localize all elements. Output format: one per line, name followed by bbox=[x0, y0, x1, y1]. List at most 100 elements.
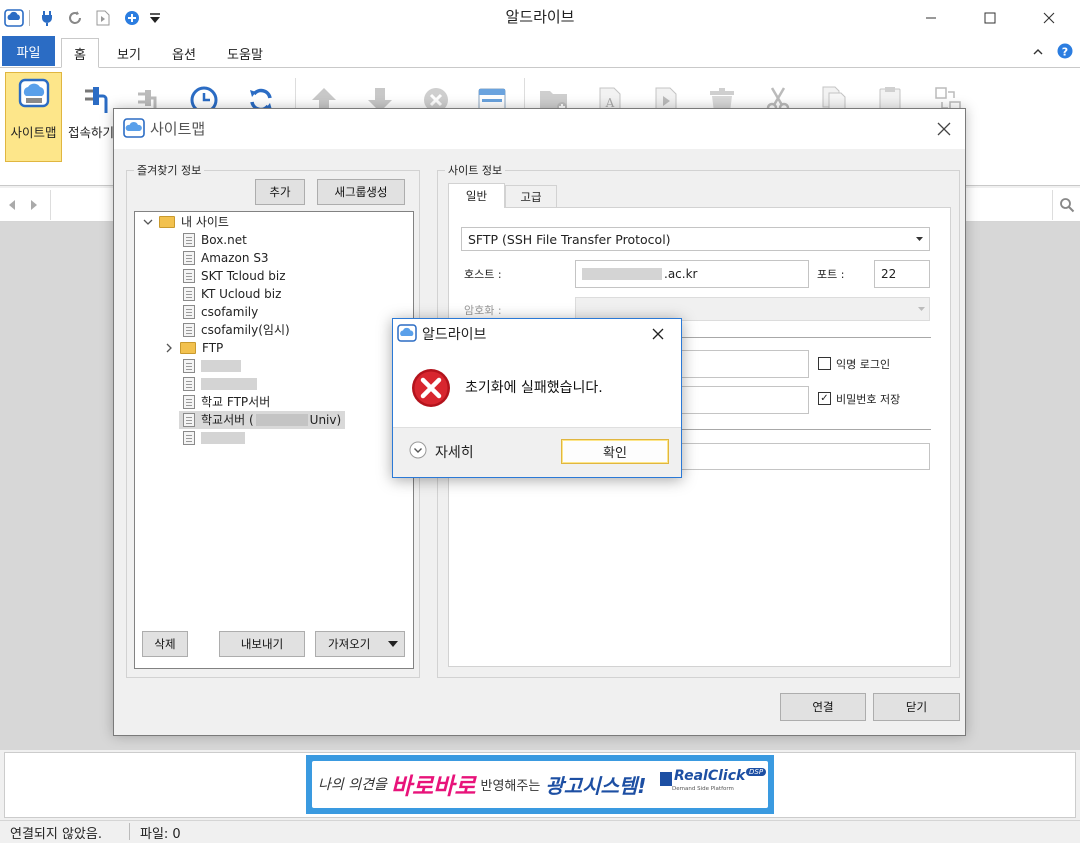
svg-text:?: ? bbox=[1062, 46, 1068, 59]
document-icon[interactable] bbox=[93, 8, 113, 28]
ad-brand-badge: DSP bbox=[746, 768, 767, 776]
tab-advanced[interactable]: 고급 bbox=[505, 185, 557, 207]
host-label: 호스트 : bbox=[464, 268, 502, 281]
back-arrow-icon[interactable] bbox=[8, 198, 20, 212]
protocol-dropdown-icon[interactable] bbox=[916, 237, 924, 243]
error-dialog: 알드라이브 초기화에 실패했습니다. 자세히 확인 bbox=[392, 318, 682, 478]
collapse-ribbon-icon[interactable] bbox=[1030, 44, 1046, 60]
sitemap-close-icon[interactable] bbox=[934, 119, 954, 139]
help-icon[interactable]: ? bbox=[1057, 43, 1073, 59]
ad-text-highlight: 바로바로 bbox=[390, 774, 476, 800]
delete-button[interactable]: 삭제 bbox=[142, 631, 188, 657]
tree-site-item-selected[interactable]: 학교서버 ( Univ) bbox=[179, 411, 346, 429]
connect-button[interactable]: 연결 bbox=[780, 693, 866, 721]
connect-plug-icon[interactable] bbox=[64, 72, 120, 128]
sitemap-cloud-icon bbox=[123, 118, 145, 140]
redacted-label bbox=[201, 378, 257, 390]
sitemap-button-label: 사이트맵 bbox=[10, 125, 57, 140]
redacted-label bbox=[255, 414, 308, 426]
ribbon-group-divider bbox=[524, 78, 525, 108]
tab-file[interactable]: 파일 bbox=[2, 36, 55, 66]
error-dialog-close-icon[interactable] bbox=[649, 325, 667, 343]
close-window-button[interactable] bbox=[1026, 0, 1072, 36]
port-input[interactable]: 22 bbox=[874, 260, 930, 288]
minimize-button[interactable] bbox=[908, 0, 954, 36]
details-expand-icon[interactable] bbox=[409, 441, 427, 459]
import-dropdown-icon[interactable] bbox=[388, 641, 398, 649]
site-label-suffix: Univ) bbox=[309, 413, 342, 427]
site-label: KT Ucloud biz bbox=[201, 287, 282, 301]
host-input[interactable]: .ac.kr bbox=[575, 260, 809, 288]
error-x-icon bbox=[411, 368, 451, 408]
save-password-checkbox[interactable]: ✓ bbox=[818, 392, 831, 405]
error-dialog-footer: 자세히 확인 bbox=[393, 427, 681, 477]
encryption-dropdown-icon bbox=[918, 307, 926, 313]
add-button[interactable]: 추가 bbox=[255, 179, 305, 205]
tab-home[interactable]: 홈 bbox=[61, 38, 99, 68]
search-icon[interactable] bbox=[1052, 190, 1080, 220]
import-button-label: 가져오기 bbox=[328, 637, 371, 651]
ribbon-tab-row bbox=[0, 36, 1080, 68]
error-dialog-title: 알드라이브 bbox=[422, 327, 487, 343]
tab-general[interactable]: 일반 bbox=[448, 183, 505, 208]
ok-button[interactable]: 확인 bbox=[561, 439, 669, 464]
realclick-ad-banner[interactable]: 나의 의견을 바로바로 반영해주는 광고시스템! RealClick DSP D… bbox=[306, 755, 774, 814]
protocol-select[interactable]: SFTP (SSH File Transfer Protocol) bbox=[461, 227, 930, 251]
tree-site-item[interactable]: csofamily(임시) bbox=[183, 321, 290, 339]
tab-options[interactable]: 옵션 bbox=[163, 38, 205, 68]
site-document-icon bbox=[183, 233, 195, 247]
ad-text-row: 나의 의견을 바로바로 반영해주는 광고시스템! bbox=[318, 769, 647, 801]
tree-site-item[interactable]: SKT Tcloud biz bbox=[183, 267, 286, 285]
forward-arrow-icon[interactable] bbox=[30, 198, 42, 212]
close-button[interactable]: 닫기 bbox=[873, 693, 960, 721]
app-cloud-icon[interactable] bbox=[4, 8, 24, 28]
ad-brand: RealClick bbox=[674, 768, 746, 784]
ad-text-main: 광고시스템! bbox=[545, 773, 647, 798]
tree-site-item[interactable] bbox=[183, 375, 257, 393]
tree-site-item[interactable]: KT Ucloud biz bbox=[183, 285, 281, 303]
tree-ftp-folder[interactable]: FTP bbox=[164, 339, 223, 357]
site-document-icon bbox=[183, 287, 195, 301]
tree-site-item[interactable]: Amazon S3 bbox=[183, 249, 269, 267]
folder-icon bbox=[159, 216, 175, 228]
error-message: 초기화에 실패했습니다. bbox=[465, 380, 603, 396]
tree-site-item[interactable] bbox=[183, 357, 241, 375]
tree-root-node[interactable]: 내 사이트 bbox=[143, 213, 229, 231]
export-button[interactable]: 내보내기 bbox=[219, 631, 305, 657]
redacted-host bbox=[582, 268, 662, 280]
anonymous-login-checkbox[interactable] bbox=[818, 357, 831, 370]
site-label: 학교서버 ( bbox=[201, 413, 254, 427]
new-group-button[interactable]: 새그룹생성 bbox=[317, 179, 405, 205]
sitemap-title: 사이트맵 bbox=[150, 120, 206, 138]
site-label: csofamily(임시) bbox=[201, 323, 290, 337]
refresh-icon[interactable] bbox=[65, 8, 85, 28]
maximize-button[interactable] bbox=[967, 0, 1013, 36]
ftp-folder-label: FTP bbox=[202, 341, 224, 355]
tree-expand-icon[interactable] bbox=[143, 217, 153, 227]
add-circle-icon[interactable] bbox=[122, 8, 142, 28]
site-label: SKT Tcloud biz bbox=[201, 269, 286, 283]
tree-site-item[interactable]: csofamily bbox=[183, 303, 258, 321]
favorites-label: 즐겨찾기 정보 bbox=[134, 162, 205, 178]
details-label[interactable]: 자세히 bbox=[435, 442, 474, 462]
tree-site-item[interactable] bbox=[183, 429, 245, 447]
customize-quickaccess-icon[interactable] bbox=[145, 8, 165, 28]
tree-collapsed-icon[interactable] bbox=[164, 343, 174, 353]
port-label: 포트 : bbox=[817, 268, 845, 281]
site-document-icon bbox=[183, 269, 195, 283]
ad-text-mid: 반영해주는 bbox=[480, 778, 541, 794]
connect-button-label[interactable]: 접속하기 bbox=[62, 122, 120, 141]
site-document-icon bbox=[183, 323, 195, 337]
tree-site-item[interactable]: Box.net bbox=[183, 231, 247, 249]
ad-brand-sub: Demand Side Platform bbox=[672, 786, 734, 792]
site-document-icon bbox=[183, 305, 195, 319]
plug-icon[interactable] bbox=[37, 8, 57, 28]
site-document-icon bbox=[183, 359, 195, 373]
tab-view[interactable]: 보기 bbox=[110, 38, 148, 68]
site-tree[interactable]: 내 사이트 Box.net Amazon S3 SKT Tcloud biz K… bbox=[134, 211, 414, 669]
tab-help[interactable]: 도움말 bbox=[221, 38, 269, 68]
status-divider bbox=[129, 823, 130, 840]
encryption-label: 암호화 : bbox=[464, 304, 502, 317]
sitemap-button[interactable] bbox=[5, 72, 62, 162]
tree-site-item[interactable]: 학교 FTP서버 bbox=[183, 393, 270, 411]
